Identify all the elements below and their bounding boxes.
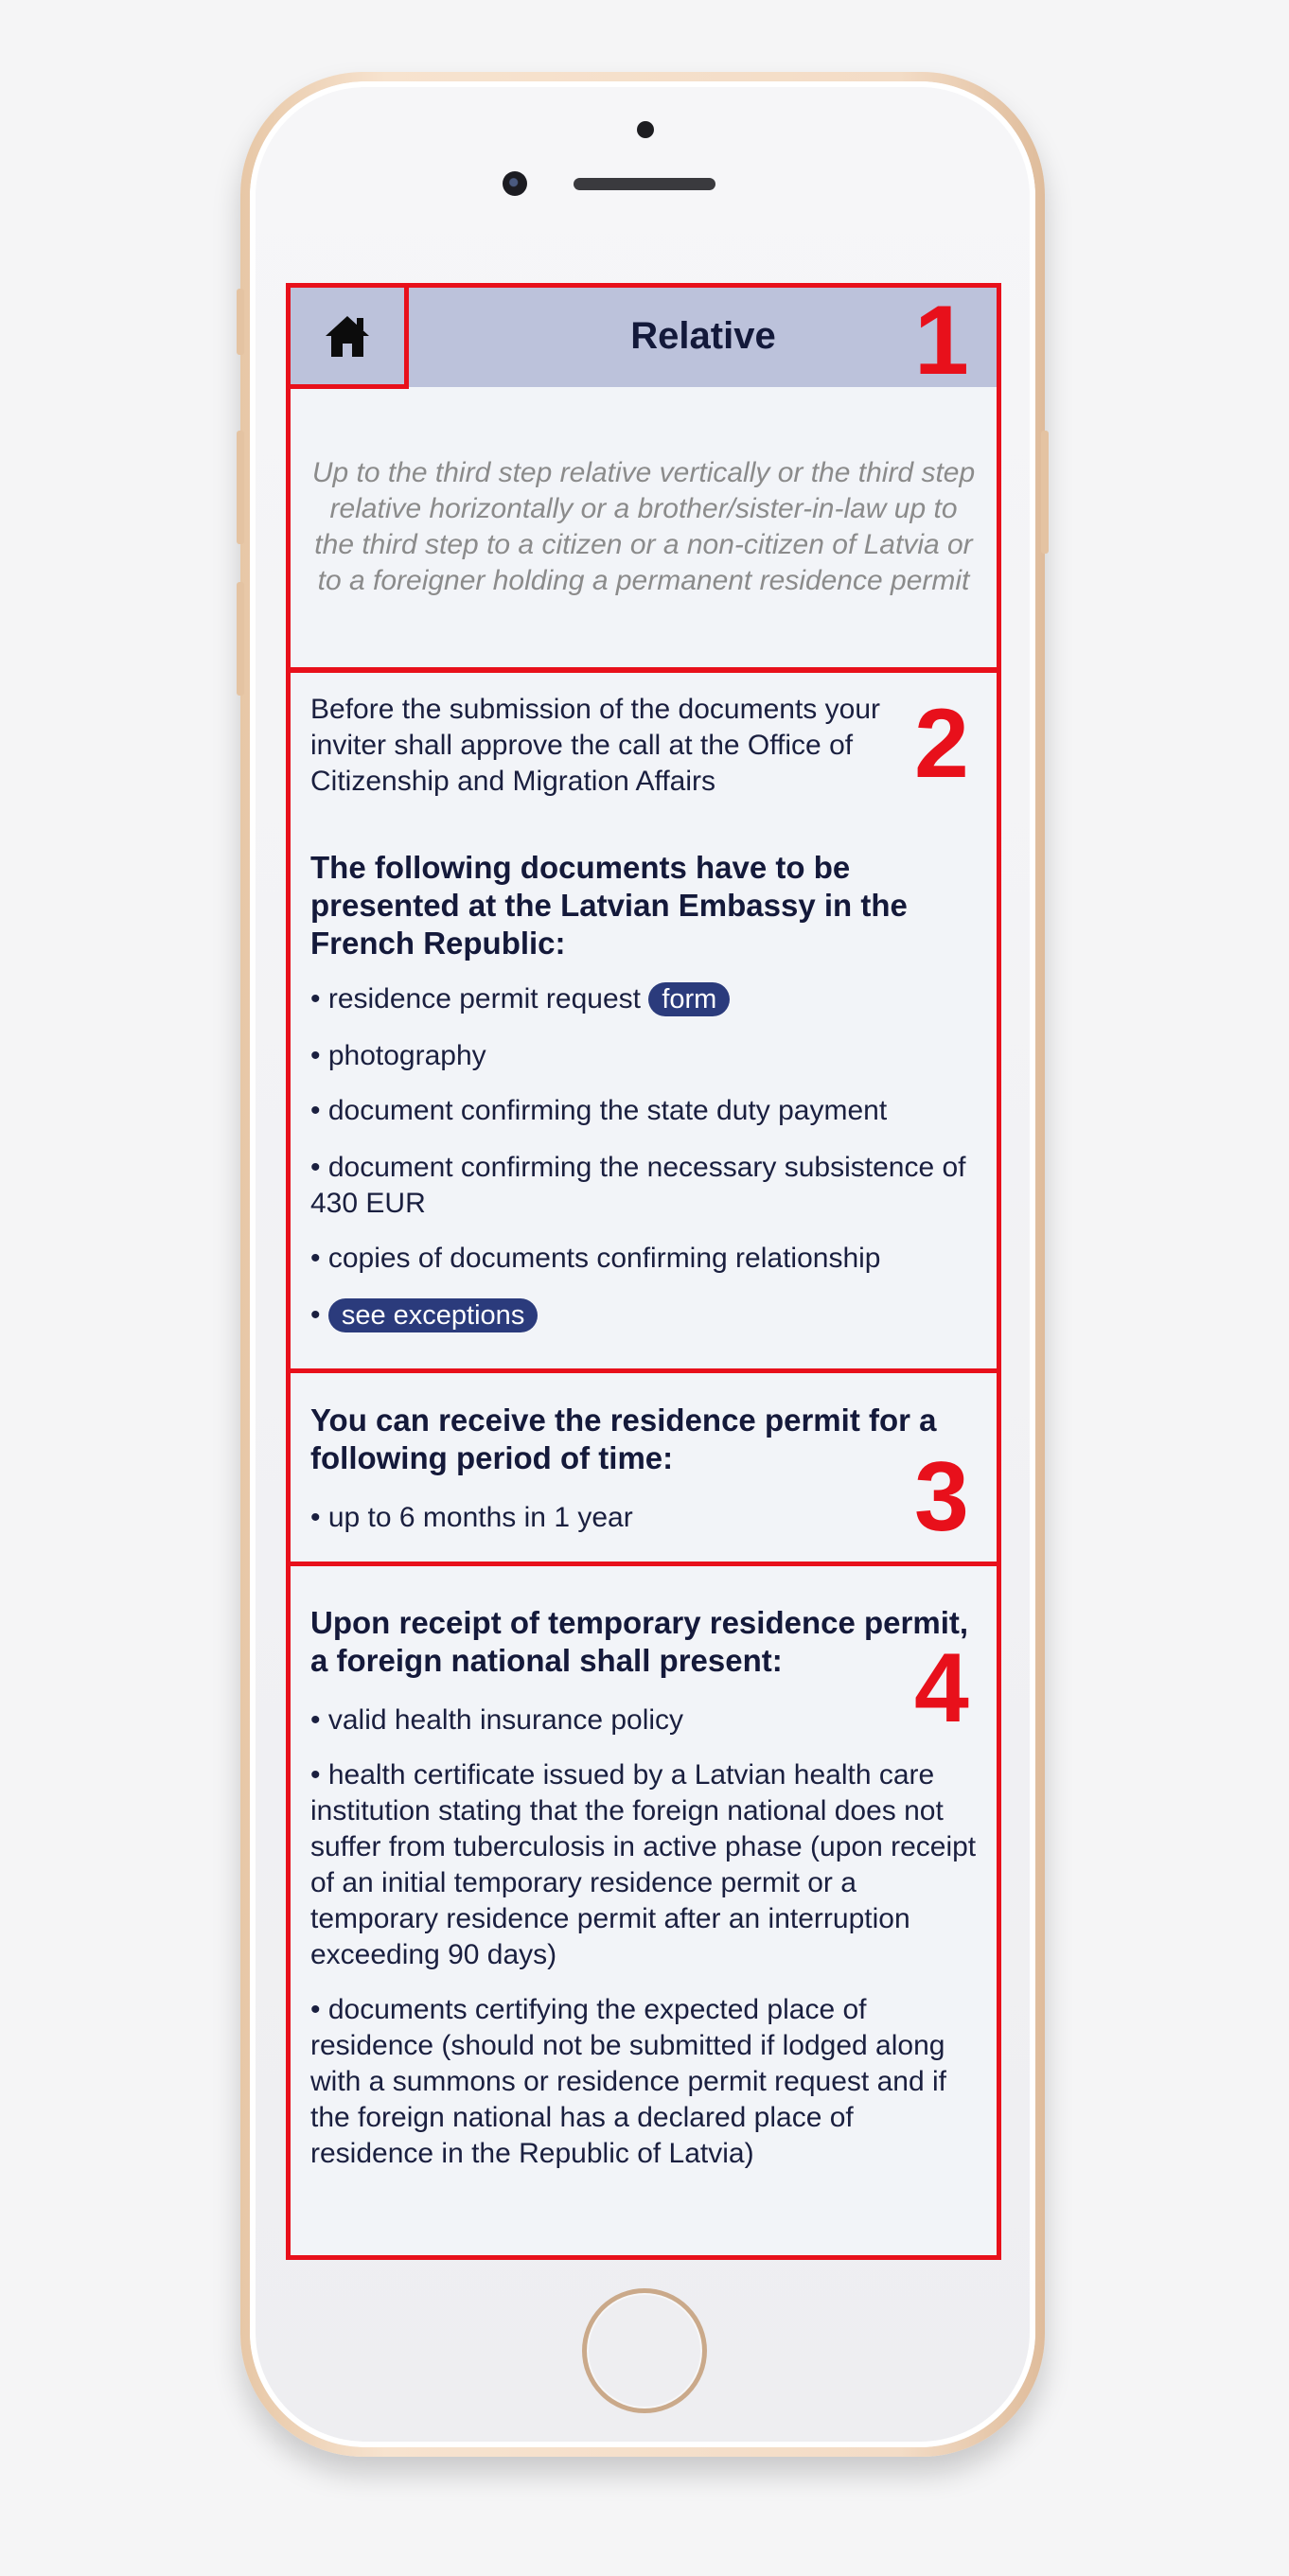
mute-switch xyxy=(237,289,244,355)
earpiece-speaker xyxy=(574,178,715,190)
annotation-box-3 xyxy=(286,1368,1001,1566)
power-button xyxy=(1041,431,1049,554)
annotation-home-box xyxy=(286,283,409,389)
volume-up-button xyxy=(237,431,244,544)
annotation-number-1: 1 xyxy=(914,286,969,396)
annotation-number-3: 3 xyxy=(914,1442,969,1552)
annotation-box-2 xyxy=(286,668,1001,1373)
annotation-number-2: 2 xyxy=(914,689,969,799)
phone-home-button[interactable] xyxy=(582,2288,707,2413)
proximity-sensor xyxy=(637,121,654,138)
front-camera xyxy=(503,171,527,196)
annotation-box-4 xyxy=(286,1561,1001,2260)
volume-down-button xyxy=(237,582,244,696)
annotation-number-4: 4 xyxy=(914,1633,969,1743)
